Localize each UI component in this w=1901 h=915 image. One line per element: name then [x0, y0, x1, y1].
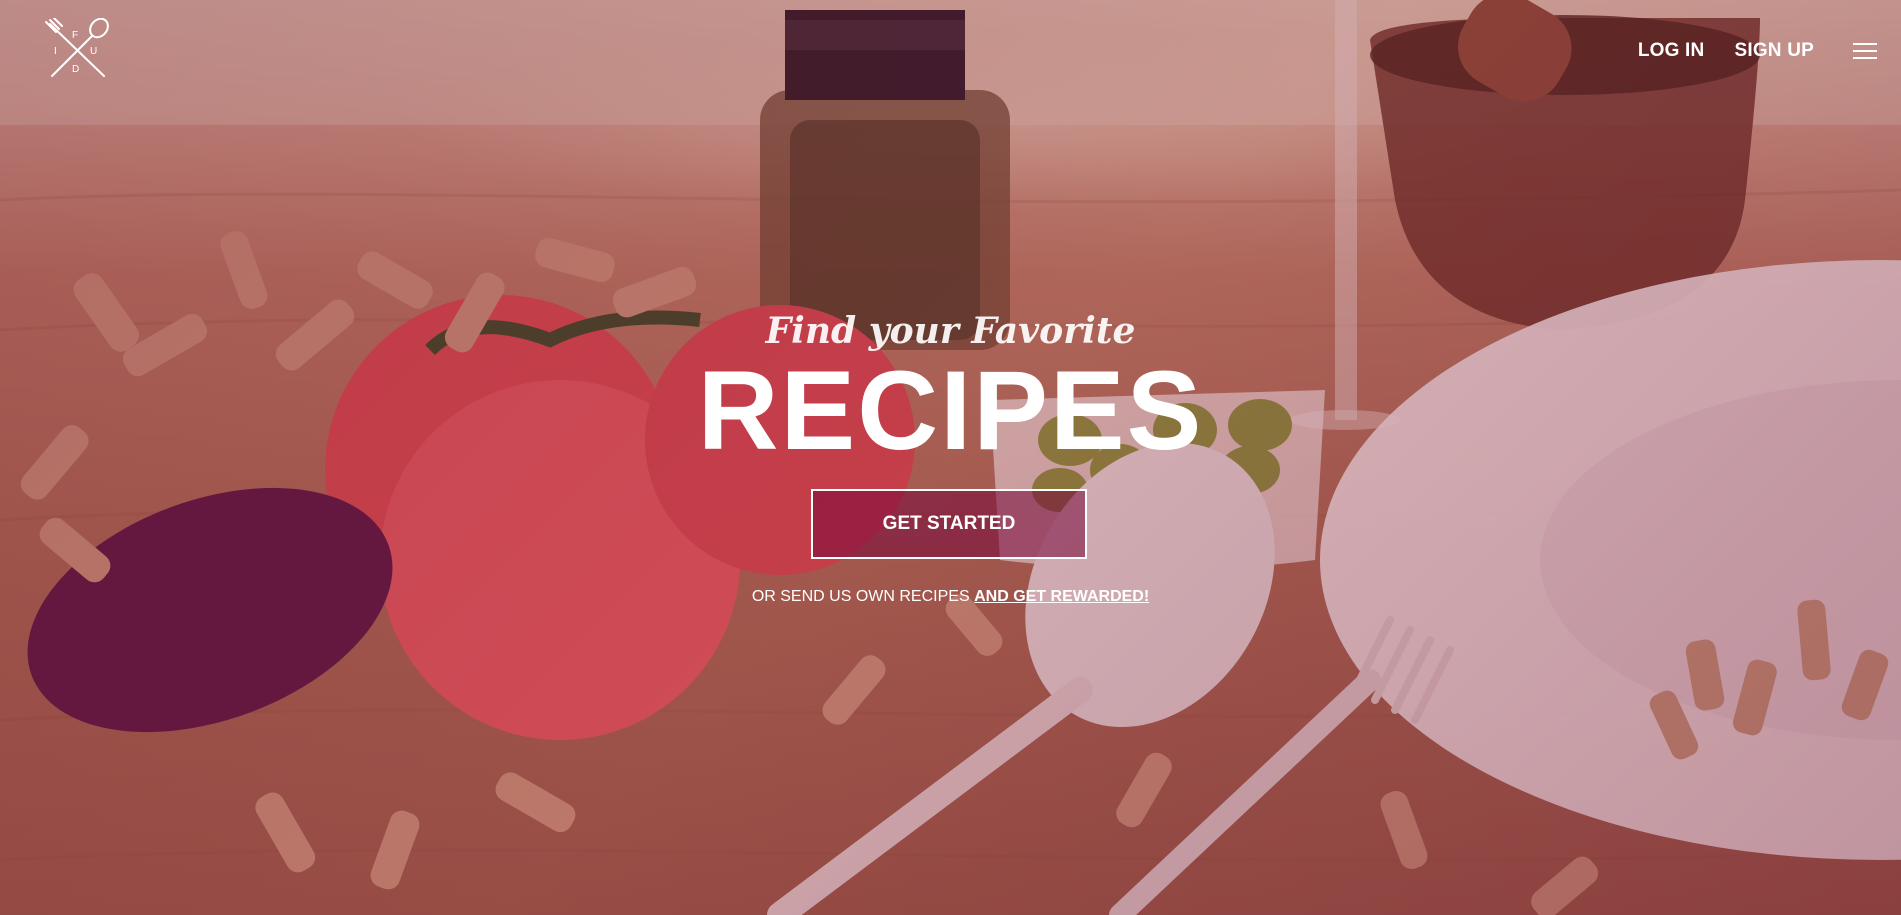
signup-link[interactable]: SIGN UP	[1734, 40, 1814, 62]
get-started-button[interactable]: GET STARTED	[811, 489, 1087, 559]
get-rewarded-link[interactable]: AND GET REWARDED!	[974, 588, 1149, 605]
hero-subtext: OR SEND US OWN RECIPES AND GET REWARDED!	[0, 588, 1901, 606]
logo-letter-d: D	[72, 64, 80, 75]
hamburger-icon[interactable]	[1853, 43, 1877, 59]
hero-headline: RECIPES	[697, 348, 1204, 473]
logo-letter-f: F	[72, 30, 79, 41]
brand-logo[interactable]: F I U D	[42, 17, 112, 78]
subtext-label: OR SEND US OWN RECIPES	[751, 588, 970, 605]
login-link[interactable]: LOG IN	[1638, 40, 1705, 62]
top-nav: LOG IN SIGN UP	[1638, 40, 1814, 62]
logo-letter-u: U	[90, 46, 98, 57]
hero-kicker: Find your Favorite	[765, 310, 1136, 352]
logo-letter-i: I	[54, 46, 57, 57]
